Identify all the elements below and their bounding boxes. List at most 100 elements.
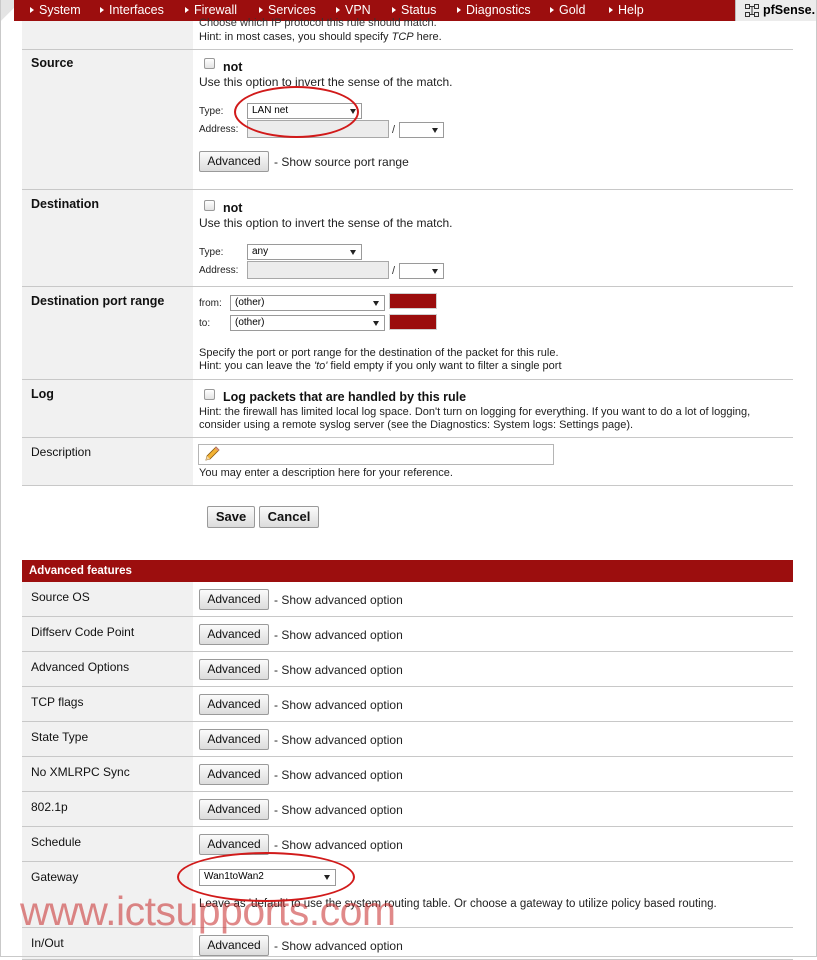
description-value-cell: You may enter a description here for you…	[193, 438, 793, 486]
advanced-row-value-cell: Advanced - Show advanced option	[193, 827, 793, 862]
protocol-row-value: Choose which IP protocol this rule shoul…	[193, 17, 793, 50]
source-advanced-button[interactable]: Advanced	[199, 151, 269, 172]
hint-text: here.	[413, 31, 442, 43]
advanced-row-label: 802.1p	[31, 800, 68, 814]
source-address-input[interactable]	[247, 120, 389, 138]
advanced-row-value-cell: Advanced - Show advanced option	[193, 582, 793, 617]
dropdown-arrow-icon	[324, 875, 330, 880]
advanced-option-desc: - Show advanced option	[274, 768, 403, 782]
advanced-row-label-cell: TCP flags	[22, 687, 193, 722]
nav-gold[interactable]: Gold	[550, 0, 585, 21]
dropdown-arrow-icon	[350, 250, 356, 255]
log-value-cell: Log packets that are handled by this rul…	[193, 380, 793, 438]
dest-port-to-select[interactable]: (other)	[230, 315, 385, 331]
dropdown-arrow-icon	[373, 301, 379, 306]
nav-interfaces[interactable]: Interfaces	[100, 0, 164, 21]
destination-type-select[interactable]: any	[247, 244, 362, 260]
advanced-option-button[interactable]: Advanced	[199, 659, 269, 680]
description-label: Description	[31, 445, 92, 459]
nav-help[interactable]: Help	[609, 0, 644, 21]
source-mask-select[interactable]	[399, 122, 444, 138]
hint-text: field empty if you only want to filter a…	[327, 360, 562, 372]
dest-port-hint1: Specify the port or port range for the d…	[199, 347, 559, 359]
advanced-row-label: Diffserv Code Point	[31, 625, 135, 639]
network-icon	[745, 4, 759, 17]
pfsense-logo[interactable]: pfSense.	[735, 0, 817, 21]
inout-advanced-desc: - Show advanced option	[274, 939, 403, 953]
description-input[interactable]	[198, 444, 554, 465]
advanced-row-label-cell: 802.1p	[22, 792, 193, 827]
nav-arrow-icon	[100, 7, 104, 13]
advanced-option-button[interactable]: Advanced	[199, 624, 269, 645]
nav-label: Services	[268, 3, 316, 17]
nav-label: Interfaces	[109, 3, 164, 17]
advanced-option-button[interactable]: Advanced	[199, 799, 269, 820]
select-value: (other)	[235, 317, 265, 328]
dest-port-from-select[interactable]: (other)	[230, 295, 385, 311]
save-button[interactable]: Save	[207, 506, 255, 528]
advanced-row-label: TCP flags	[31, 695, 84, 709]
watermark: www.ictsupports.com	[20, 888, 396, 934]
advanced-option-button[interactable]: Advanced	[199, 589, 269, 610]
advanced-row-value-cell: Advanced - Show advanced option	[193, 617, 793, 652]
advanced-option-button[interactable]: Advanced	[199, 694, 269, 715]
advanced-option-desc: - Show advanced option	[274, 803, 403, 817]
source-invert-hint: Use this option to invert the sense of t…	[199, 75, 453, 89]
advanced-row-value-cell: Advanced - Show advanced option	[193, 687, 793, 722]
advanced-option-desc: - Show advanced option	[274, 733, 403, 747]
gateway-select[interactable]: Wan1toWan2	[199, 869, 336, 886]
source-not-checkbox[interactable]	[204, 58, 215, 69]
dest-port-hint2: Hint: you can leave the 'to' field empty…	[199, 360, 562, 373]
nav-arrow-icon	[392, 7, 396, 13]
dropdown-arrow-icon	[432, 128, 438, 133]
advanced-row-label: No XMLRPC Sync	[31, 765, 130, 779]
dropdown-arrow-icon	[350, 109, 356, 114]
advanced-row-label: Source OS	[31, 590, 90, 604]
nav-label: Help	[618, 3, 644, 17]
source-type-select[interactable]: LAN net	[247, 103, 362, 119]
advanced-features-header: Advanced features	[22, 560, 793, 582]
log-label: Log	[31, 387, 54, 401]
nav-arrow-icon	[550, 7, 554, 13]
advanced-row-value-cell: Advanced - Show advanced option	[193, 792, 793, 827]
description-hint: You may enter a description here for you…	[199, 467, 453, 479]
destination-address-input[interactable]	[247, 261, 389, 279]
dropdown-arrow-icon	[432, 269, 438, 274]
destination-type-label: Type:	[199, 247, 224, 258]
hint-text: Hint: in most cases, you should specify	[199, 31, 392, 43]
nav-diagnostics[interactable]: Diagnostics	[457, 0, 531, 21]
advanced-option-desc: - Show advanced option	[274, 698, 403, 712]
dest-port-to-input[interactable]	[389, 314, 437, 330]
advanced-row-value-cell: Advanced - Show advanced option	[193, 652, 793, 687]
destination-value-cell: not Use this option to invert the sense …	[193, 190, 793, 287]
protocol-hint-line1: Choose which IP protocol this rule shoul…	[199, 17, 437, 29]
dest-port-to-label: to:	[199, 318, 211, 329]
source-address-label: Address:	[199, 124, 239, 135]
advanced-row-label: State Type	[31, 730, 89, 744]
protocol-hint-line2: Hint: in most cases, you should specify …	[199, 31, 442, 44]
log-hint1: Hint: the firewall has limited local log…	[199, 406, 751, 418]
select-value: Wan1toWan2	[204, 871, 264, 882]
nav-label: Status	[401, 3, 437, 17]
source-not-label: not	[223, 60, 243, 74]
advanced-row-label: Schedule	[31, 835, 82, 849]
dest-port-from-input[interactable]	[389, 293, 437, 309]
select-value: (other)	[235, 297, 265, 308]
destination-not-checkbox[interactable]	[204, 200, 215, 211]
advanced-option-button[interactable]: Advanced	[199, 764, 269, 785]
nav-arrow-icon	[609, 7, 613, 13]
inout-advanced-button[interactable]: Advanced	[199, 935, 269, 956]
advanced-option-button[interactable]: Advanced	[199, 729, 269, 750]
gateway-label: Gateway	[31, 870, 79, 884]
nav-system[interactable]: System	[30, 0, 81, 21]
source-value-cell: not Use this option to invert the sense …	[193, 50, 793, 190]
destination-address-label: Address:	[199, 265, 239, 276]
cancel-button[interactable]: Cancel	[259, 506, 319, 528]
log-checkbox[interactable]	[204, 389, 215, 400]
destination-mask-select[interactable]	[399, 263, 444, 279]
hint-emphasis: TCP	[391, 31, 414, 43]
advanced-option-button[interactable]: Advanced	[199, 834, 269, 855]
dest-port-label: Destination port range	[31, 294, 165, 308]
select-value: any	[252, 246, 269, 257]
source-label: Source	[31, 56, 74, 70]
